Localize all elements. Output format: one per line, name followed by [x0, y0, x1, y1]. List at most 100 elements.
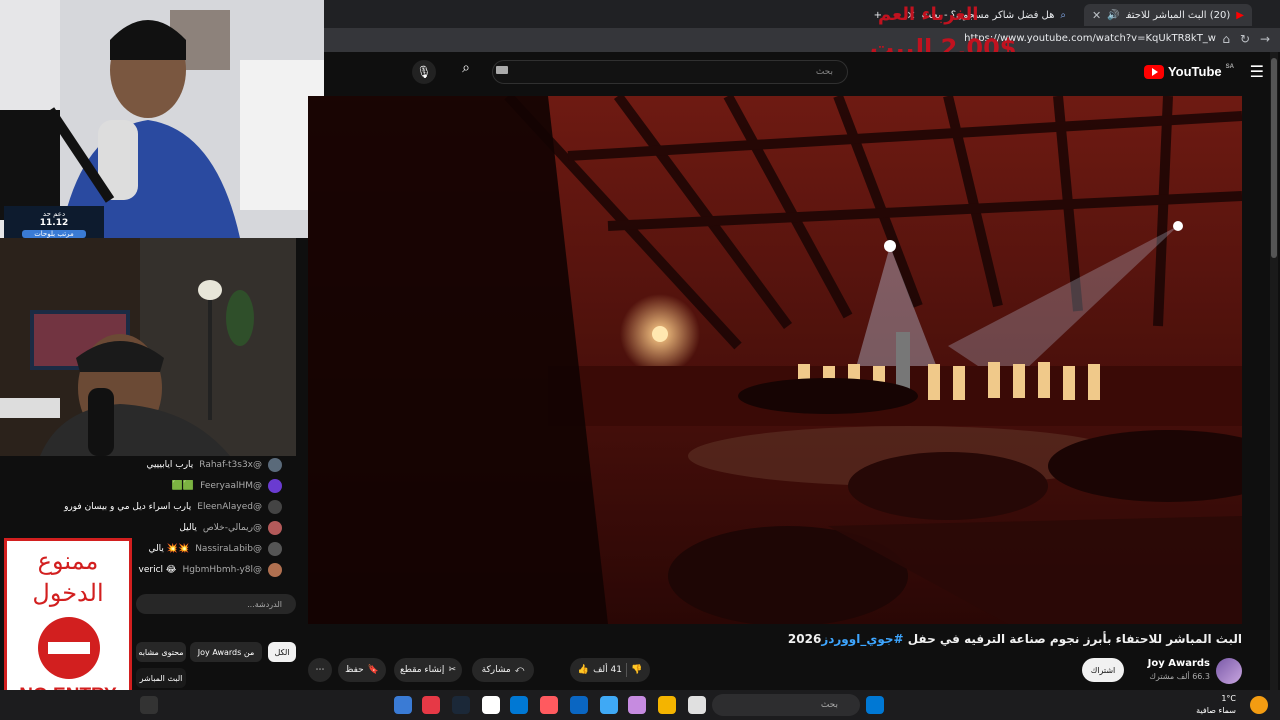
- chat-author[interactable]: @NassiraLabib: [195, 544, 262, 554]
- youtube-play-icon: [1143, 64, 1164, 79]
- chat-author[interactable]: @EleenAlayed: [197, 502, 262, 512]
- chat-avatar: [268, 563, 282, 577]
- chat-author[interactable]: @ريمالي-خلاص: [203, 523, 262, 533]
- youtube-logo[interactable]: YouTube SA: [1143, 64, 1234, 79]
- like-icon[interactable]: 👍: [578, 665, 589, 675]
- more-actions-button[interactable]: ⋯: [308, 658, 332, 682]
- video-player[interactable]: [308, 96, 1242, 624]
- subscriber-count: 66.3 ألف مشترك: [1149, 672, 1210, 681]
- reload-icon[interactable]: ↻: [1240, 32, 1250, 46]
- browser-address-bar: https://www.youtube.com/watch?v=KqUkTR8k…: [324, 28, 1280, 52]
- save-button[interactable]: 🔖 حفظ: [338, 658, 386, 682]
- taskbar-app-icon[interactable]: [628, 696, 646, 714]
- store-icon[interactable]: [570, 696, 588, 714]
- chat-text: يارب اسراء ديل مي و بيسان فورو: [64, 502, 192, 512]
- chat-message: @ريمالي-خلاص ياليل: [179, 519, 282, 537]
- channel-name-text: Joy Awards: [1147, 658, 1210, 669]
- badge-line-1: دعم حد: [42, 210, 66, 218]
- keyboard-icon[interactable]: [496, 66, 508, 74]
- capcut-icon[interactable]: [482, 696, 500, 714]
- speaker-icon[interactable]: 🔊: [1107, 10, 1119, 21]
- webcam-2-scene: [0, 238, 296, 456]
- share-button[interactable]: ⤺ مشاركة: [472, 658, 534, 682]
- clip-label: إنشاء مقطع: [400, 665, 445, 675]
- search-icon[interactable]: ⌕: [454, 60, 478, 84]
- search-input[interactable]: بحث: [492, 60, 848, 84]
- edge-icon[interactable]: [600, 696, 618, 714]
- overlay-name-text: الغرباء العم: [878, 4, 979, 25]
- video-title-hashtag[interactable]: #جوي_اووردز: [821, 632, 903, 646]
- close-tab-icon[interactable]: ✕: [1092, 9, 1101, 22]
- chip-from-channel[interactable]: من Joy Awards: [190, 642, 262, 662]
- scrollbar-thumb[interactable]: [1271, 58, 1277, 258]
- no-entry-icon: [38, 617, 100, 679]
- like-count[interactable]: 41 ألف: [593, 665, 622, 675]
- video-title-year: 2026: [787, 632, 822, 646]
- badge-line-3: مرتب بلوحات: [22, 230, 86, 238]
- weather-sun-icon[interactable]: [1250, 696, 1268, 714]
- share-icon: ⤺: [514, 665, 525, 675]
- no-entry-arabic-1: ممنوع: [37, 547, 99, 575]
- chat-message: @NassiraLabib 💥💥 يالي: [148, 540, 282, 558]
- tab-youtube[interactable]: ▶ (20) البث المباشر للاحتفاء بأبرز 🔊 ✕: [1084, 4, 1252, 26]
- taskbar-search-input[interactable]: بحث: [712, 694, 860, 716]
- no-entry-sign: ممنوع الدخول NO ENTRY: [4, 538, 132, 714]
- video-title: البث المباشر للاحتفاء بأبرز نجوم صناعة ا…: [600, 632, 1242, 646]
- file-explorer-icon[interactable]: [658, 696, 676, 714]
- dislike-icon[interactable]: 👎: [631, 665, 642, 675]
- bookmark-icon: 🔖: [367, 665, 379, 675]
- taskbar-app-icon[interactable]: [394, 696, 412, 714]
- search-favicon-icon: ⌕: [1060, 9, 1066, 21]
- video-frame: [308, 96, 1242, 624]
- more-icon: ⋯: [315, 665, 325, 675]
- taskbar-app-icon[interactable]: [688, 696, 706, 714]
- tab-label: (20) البث المباشر للاحتفاء بأبرز: [1126, 9, 1231, 21]
- badge-line-2: 11.12: [39, 218, 69, 228]
- taskbar-app-icon[interactable]: [422, 696, 440, 714]
- no-entry-arabic-2: الدخول: [32, 579, 104, 607]
- chip-all[interactable]: الكل: [268, 642, 296, 662]
- chat-text: يارب ايابيييي: [146, 460, 194, 470]
- windows-taskbar: بحث 1°C سماء صافية: [0, 690, 1280, 720]
- youtube-header: 🎙 ⌕ بحث YouTube SA ☰: [324, 52, 1270, 92]
- chat-text: ياليل: [179, 523, 197, 533]
- chat-message: @Rahaf-t3s3x يارب ايابيييي: [146, 456, 282, 474]
- video-title-text: البث المباشر للاحتفاء بأبرز نجوم صناعة ا…: [903, 632, 1242, 646]
- windows-start-icon[interactable]: [866, 696, 884, 714]
- chat-avatar: [268, 542, 282, 556]
- steam-icon[interactable]: [452, 696, 470, 714]
- subscribe-button[interactable]: اشتراك: [1082, 658, 1124, 682]
- webcam-streamer-1: دعم حد 11.12 مرتب بلوحات: [0, 0, 324, 238]
- video-actions-row: Joy Awards 66.3 ألف مشترك اشتراك 👎 41 أل…: [308, 656, 1242, 684]
- clip-button[interactable]: ✂ إنشاء مقطع: [394, 658, 462, 682]
- chip-live[interactable]: البث المباشر: [136, 668, 186, 688]
- chip-related[interactable]: محتوى مشابه: [136, 642, 186, 662]
- back-arrow-icon[interactable]: →: [1260, 32, 1270, 46]
- weather-temp: 1°C: [1221, 694, 1236, 703]
- chat-author[interactable]: @FeeryaalHM: [200, 481, 262, 491]
- hamburger-menu-icon[interactable]: ☰: [1250, 62, 1264, 81]
- like-dislike-group: 👎 41 ألف 👍: [570, 658, 650, 682]
- youtube-favicon-icon: ▶: [1236, 9, 1244, 21]
- chat-text: 💥💥 يالي: [148, 544, 190, 554]
- webcam-streamer-2: [0, 238, 296, 456]
- chat-author[interactable]: @Rahaf-t3s3x: [199, 460, 262, 470]
- system-tray-icon[interactable]: [140, 696, 158, 714]
- voice-search-icon[interactable]: 🎙: [412, 60, 436, 84]
- share-label: مشاركة: [481, 665, 511, 675]
- chat-avatar: [268, 521, 282, 535]
- scissors-icon: ✂: [448, 665, 456, 675]
- chat-avatar: [268, 458, 282, 472]
- weather-widget[interactable]: 1°C سماء صافية: [1196, 693, 1236, 717]
- channel-avatar[interactable]: [1216, 658, 1242, 684]
- chat-author[interactable]: @HgbmHbmh-y8l: [182, 565, 262, 575]
- chat-input[interactable]: الدردشة...: [136, 594, 296, 614]
- page-scrollbar[interactable]: [1270, 52, 1278, 690]
- outlook-icon[interactable]: [510, 696, 528, 714]
- page-info-icon[interactable]: ⌂: [1222, 32, 1230, 46]
- chat-message: @FeeryaalHM 🟩🟩: [172, 477, 282, 495]
- logo-text: YouTube: [1167, 64, 1222, 79]
- gift-icon[interactable]: [540, 696, 558, 714]
- channel-name[interactable]: Joy Awards: [1148, 658, 1210, 669]
- webcam-1-scene: [0, 0, 324, 238]
